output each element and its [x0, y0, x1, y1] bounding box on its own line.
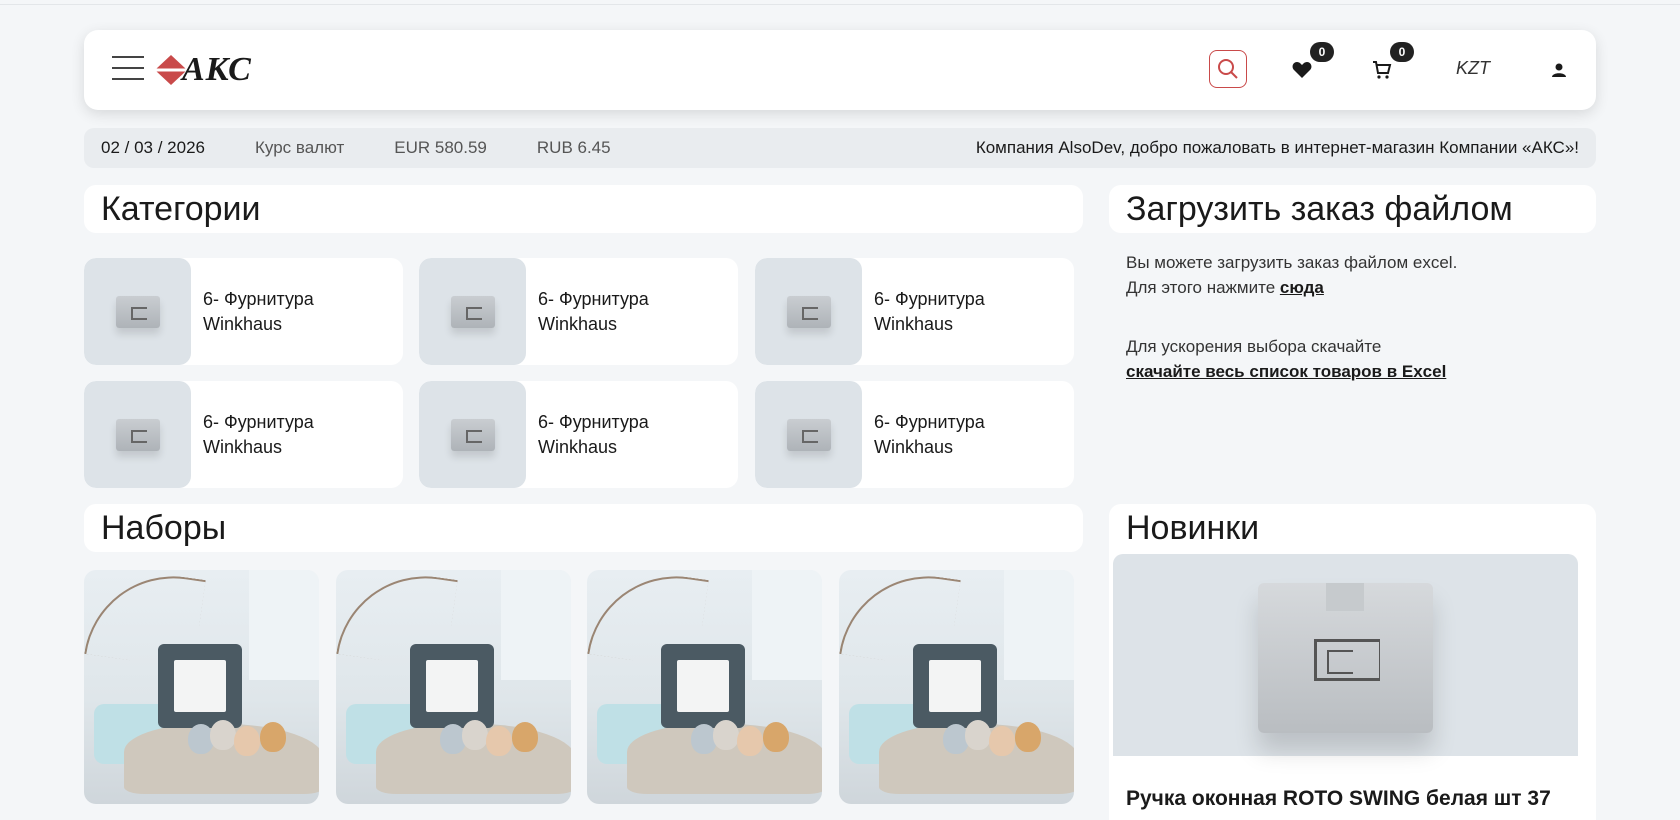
upload-here-link[interactable]: сюда — [1280, 278, 1324, 297]
category-card[interactable]: 6- Фурнитура Winkhaus — [84, 381, 403, 488]
cart-button[interactable]: 0 — [1364, 42, 1414, 88]
category-thumbnail — [84, 258, 191, 365]
category-card[interactable]: 6- Фурнитура Winkhaus — [419, 381, 738, 488]
new-product-photo[interactable] — [1113, 554, 1578, 756]
set-card[interactable] — [336, 570, 571, 804]
category-label: 6- Фурнитура Winkhaus — [874, 287, 1014, 337]
category-thumbnail — [755, 258, 862, 365]
new-product-name[interactable]: Ручка оконная ROTO SWING белая шт 37 — [1126, 787, 1551, 811]
category-label: 6- Фурнитура Winkhaus — [203, 410, 343, 460]
info-bar: 02 / 03 / 2026 Курс валют EUR 580.59 RUB… — [84, 128, 1596, 168]
category-label-line1: 6- Фурнитура — [538, 411, 649, 432]
upload-line2-prefix: Для этого нажмите — [1126, 278, 1280, 297]
cart-count-badge: 0 — [1390, 42, 1414, 62]
favorites-button[interactable]: 0 — [1284, 42, 1334, 88]
account-button[interactable] — [1541, 52, 1577, 88]
category-label: 6- Фурнитура Winkhaus — [538, 410, 678, 460]
category-label-line2: Winkhaus — [874, 436, 954, 457]
rub-rate: RUB 6.45 — [536, 138, 611, 157]
category-label: 6- Фурнитура Winkhaus — [203, 287, 343, 337]
new-products-title: Новинки — [1109, 504, 1596, 552]
set-photo — [84, 570, 319, 804]
category-label-line2: Winkhaus — [538, 313, 618, 334]
category-label-line2: Winkhaus — [874, 313, 954, 334]
favorites-count-badge: 0 — [1310, 42, 1334, 62]
download-excel-link[interactable]: скачайте весь список товаров в Excel — [1126, 362, 1446, 381]
switch-frame — [913, 644, 997, 728]
eur-rate: EUR 580.59 — [394, 138, 487, 157]
top-divider — [0, 4, 1680, 5]
user-icon — [1552, 63, 1566, 77]
switch-frame — [410, 644, 494, 728]
box-icon — [450, 418, 495, 451]
exchange-rate-label: Курс валют — [254, 138, 345, 157]
upload-title: Загрузить заказ файлом — [1109, 185, 1596, 233]
category-thumbnail — [419, 258, 526, 365]
box-icon — [115, 418, 160, 451]
category-label-line1: 6- Фурнитура — [874, 288, 985, 309]
categories-title: Категории — [84, 185, 1083, 233]
category-label-line1: 6- Фурнитура — [874, 411, 985, 432]
site-header: АКС 0 0 KZT — [84, 30, 1596, 110]
sets-title: Наборы — [84, 504, 1083, 552]
set-photo — [336, 570, 571, 804]
category-label: 6- Фурнитура Winkhaus — [538, 287, 678, 337]
currency-selector[interactable]: KZT — [1456, 58, 1490, 79]
logo-text: АКС — [182, 51, 252, 88]
set-card[interactable] — [839, 570, 1074, 804]
set-photo — [587, 570, 822, 804]
category-label: 6- Фурнитура Winkhaus — [874, 410, 1014, 460]
search-button[interactable] — [1209, 50, 1247, 88]
logo-mark-icon — [154, 53, 188, 87]
upload-instructions: Вы можете загрузить заказ файлом excel. … — [1126, 250, 1586, 384]
box-icon — [115, 295, 160, 328]
set-card[interactable] — [84, 570, 319, 804]
category-thumbnail — [755, 381, 862, 488]
switch-frame — [158, 644, 242, 728]
category-card[interactable]: 6- Фурнитура Winkhaus — [755, 381, 1074, 488]
current-date: 02 / 03 / 2026 — [101, 138, 205, 157]
category-label-line1: 6- Фурнитура — [203, 411, 314, 432]
welcome-message: Компания AlsoDev, добро пожаловать в инт… — [975, 138, 1579, 157]
category-label-line1: 6- Фурнитура — [538, 288, 649, 309]
switch-frame — [661, 644, 745, 728]
category-label-line1: 6- Фурнитура — [203, 288, 314, 309]
category-label-line2: Winkhaus — [203, 436, 283, 457]
set-photo — [839, 570, 1074, 804]
search-icon — [1218, 59, 1238, 79]
box-icon — [1258, 583, 1433, 733]
box-icon — [786, 418, 831, 451]
category-label-line2: Winkhaus — [203, 313, 283, 334]
new-product-card: Ручка оконная ROTO SWING белая шт 37 — [1109, 552, 1596, 820]
category-card[interactable]: 6- Фурнитура Winkhaus — [755, 258, 1074, 365]
box-icon — [786, 295, 831, 328]
category-thumbnail — [419, 381, 526, 488]
category-label-line2: Winkhaus — [538, 436, 618, 457]
logo[interactable]: АКС — [154, 50, 284, 90]
upload-line1: Вы можете загрузить заказ файлом excel. — [1126, 253, 1458, 272]
category-card[interactable]: 6- Фурнитура Winkhaus — [84, 258, 403, 365]
menu-icon[interactable] — [112, 56, 144, 80]
box-icon — [450, 295, 495, 328]
cart-icon — [1373, 61, 1392, 79]
set-card[interactable] — [587, 570, 822, 804]
upload-line2: Для этого нажмите сюда — [1126, 275, 1586, 300]
category-thumbnail — [84, 381, 191, 488]
download-line: Для ускорения выбора скачайте — [1126, 337, 1382, 356]
heart-icon — [1292, 62, 1312, 78]
category-card[interactable]: 6- Фурнитура Winkhaus — [419, 258, 738, 365]
